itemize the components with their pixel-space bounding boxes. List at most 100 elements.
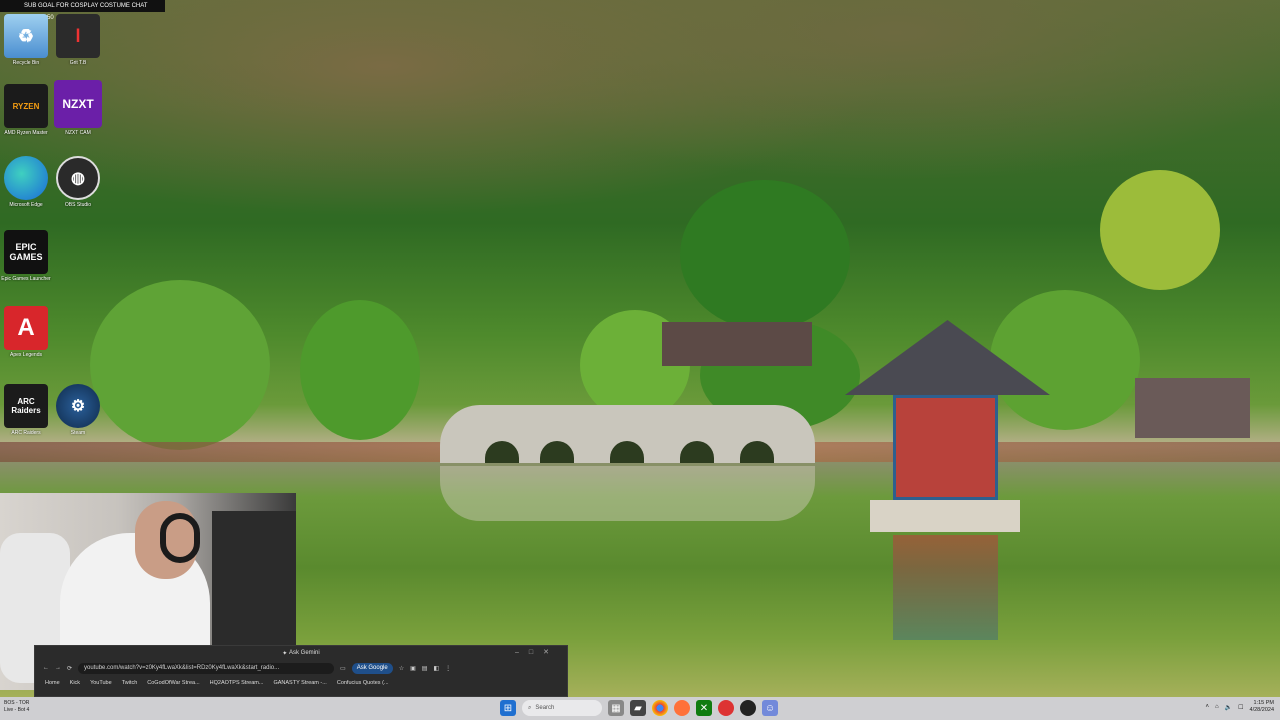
reload-icon[interactable]: ⟳ [67, 665, 72, 672]
taskbar-clock[interactable]: 1:15 PM 4/28/2024 [1250, 700, 1274, 714]
desktop-icon-arc-raiders[interactable]: ARC Raiders ARC Raiders [0, 384, 52, 436]
wallpaper-tree [1100, 170, 1220, 290]
temple-hall [662, 322, 812, 366]
desktop-icon-label: NZXT CAM [65, 130, 91, 136]
xbox-icon[interactable]: ✕ [696, 700, 712, 716]
pavilion-body [893, 395, 998, 500]
ryzen-icon: RYZEN [4, 84, 48, 128]
browser-window[interactable]: ✦ Ask Gemini –□✕ ← → ⟳ youtube.com/watch… [34, 645, 568, 697]
webcam-shelf [212, 511, 296, 661]
taskbar-widget[interactable]: BOS - TOR Live - Bot 4 [4, 700, 29, 714]
notification-icon[interactable]: ☐ [1238, 704, 1243, 711]
desktop-icon-label: Recycle Bin [12, 60, 40, 66]
desktop-icon-apex[interactable]: A Apex Legends [0, 306, 52, 358]
desktop-icon-label: AMD Ryzen Master [4, 130, 48, 136]
wallpaper-tree [990, 290, 1140, 430]
window-controls[interactable]: –□✕ [515, 648, 559, 656]
bookmark-item[interactable]: YouTube [90, 680, 112, 686]
desktop-icon-label: Epic Games Launcher [1, 276, 51, 282]
steam-icon: ⚙ [56, 384, 100, 428]
task-view-icon[interactable]: ▦ [608, 700, 624, 716]
clock-date: 4/28/2024 [1249, 707, 1274, 713]
recycle-bin-icon: ♻ [4, 14, 48, 58]
gemini-icon: ✦ [282, 650, 289, 657]
system-tray: ˄ ⌂ 🔈 ☐ 1:15 PM 4/28/2024 [1206, 700, 1274, 714]
pavilion-reflection [893, 535, 998, 640]
desktop-icon-label: Steam [70, 430, 86, 436]
network-icon[interactable]: ⌂ [1215, 704, 1219, 710]
browser-toolbar: ← → ⟳ youtube.com/watch?v=z0Ky4fLwaXk&li… [35, 660, 567, 676]
browser-titlebar[interactable]: ✦ Ask Gemini –□✕ [35, 646, 567, 660]
desktop-icon-label: ARC Raiders [11, 430, 41, 436]
address-bar[interactable]: youtube.com/watch?v=z0Ky4fLwaXk&list=RDz… [78, 662, 335, 674]
desktop-icon-obs[interactable]: ◍ OBS Studio [52, 156, 104, 208]
firefox-icon[interactable] [674, 700, 690, 716]
desktop-icon-steam[interactable]: ⚙ Steam [52, 384, 104, 436]
bridge-arch [680, 441, 714, 463]
bookmarks-bar: Home Kick YouTube Twitch CoGodOfWar Stre… [35, 676, 567, 690]
epic-icon: EPIC GAMES [4, 230, 48, 274]
cast-icon[interactable]: ▭ [340, 665, 346, 672]
desktop-icon-nzxt-cam[interactable]: NZXT NZXT CAM [52, 80, 104, 136]
desktop-icon-grit[interactable]: l Grit T.B [52, 14, 104, 66]
chrome-icon[interactable] [652, 700, 668, 716]
wallpaper-tree [90, 280, 270, 450]
desktop-icon-epic[interactable]: EPIC GAMES Epic Games Launcher [0, 230, 52, 282]
app-red-icon: l [56, 14, 100, 58]
desktop-icon-label: Apex Legends [10, 352, 42, 358]
extension-icon[interactable]: ▤ [422, 665, 428, 672]
nzxt-icon: NZXT [54, 80, 102, 128]
bridge-arch [485, 441, 519, 463]
bridge-arch [610, 441, 644, 463]
stone-bridge [440, 405, 815, 463]
volume-icon[interactable]: 🔈 [1225, 704, 1232, 711]
taskbar-center: ⊞ ⌕ Search ▦ ▰ ✕ ☺ [500, 700, 778, 716]
bookmark-item[interactable]: Kick [70, 680, 80, 686]
browser-title: Ask Gemini [289, 650, 320, 656]
apex-icon: A [4, 306, 48, 350]
bridge-reflection [440, 466, 815, 521]
pavilion-base [870, 500, 1020, 532]
desktop-icon-recycle-bin[interactable]: ♻ Recycle Bin [0, 14, 52, 66]
obs-taskbar-icon[interactable] [740, 700, 756, 716]
wallpaper-tree [680, 180, 850, 330]
bookmark-item[interactable]: GANASTY Stream -... [273, 680, 326, 686]
extension-icon[interactable]: ◧ [433, 665, 439, 672]
menu-icon[interactable]: ⋮ [445, 665, 451, 672]
extension-icon[interactable]: ▣ [410, 665, 416, 672]
tray-chevron-icon[interactable]: ˄ [1206, 704, 1210, 710]
desktop-icon-label: Microsoft Edge [9, 202, 43, 208]
edge-icon [4, 156, 48, 200]
app-icon[interactable] [718, 700, 734, 716]
stream-goal-bar: SUB GOAL FOR COSPLAY COSTUME CHAT PICKS … [0, 0, 165, 21]
desktop-icon-label: OBS Studio [64, 202, 92, 208]
forward-icon[interactable]: → [55, 665, 61, 671]
bridge-arch [740, 441, 774, 463]
bookmark-item[interactable]: Home [45, 680, 60, 686]
desktop-icon-edge[interactable]: Microsoft Edge [0, 156, 52, 208]
bookmark-item[interactable]: Confucius Quotes (... [337, 680, 389, 686]
bridge-arch [540, 441, 574, 463]
bookmark-item[interactable]: CoGodOfWar Strea... [147, 680, 199, 686]
search-placeholder: Search [535, 705, 555, 711]
back-icon[interactable]: ← [43, 665, 49, 671]
ask-google-button[interactable]: Ask Google [351, 662, 393, 674]
desktop-icon-ryzen-master[interactable]: RYZEN AMD Ryzen Master [0, 84, 52, 136]
desktop-icon-label: Grit T.B [69, 60, 87, 66]
start-icon[interactable]: ⊞ [500, 700, 516, 716]
bookmark-item[interactable]: Twitch [122, 680, 138, 686]
small-pavilion [1135, 378, 1250, 438]
search-icon: ⌕ [528, 704, 532, 711]
widget-line: Live - Bot 4 [4, 707, 30, 713]
headphones-icon [160, 513, 200, 563]
bookmark-item[interactable]: HQ2AOTPS Stream... [210, 680, 264, 686]
arc-raiders-icon: ARC Raiders [4, 384, 48, 428]
file-explorer-icon[interactable]: ▰ [630, 700, 646, 716]
wallpaper-tree [300, 300, 420, 440]
star-icon[interactable]: ☆ [399, 665, 404, 672]
widget-line: BOS - TOR [4, 700, 30, 706]
discord-icon[interactable]: ☺ [762, 700, 778, 716]
obs-icon: ◍ [56, 156, 100, 200]
clock-time: 1:15 PM [1253, 700, 1274, 706]
taskbar-search[interactable]: ⌕ Search [522, 700, 602, 716]
